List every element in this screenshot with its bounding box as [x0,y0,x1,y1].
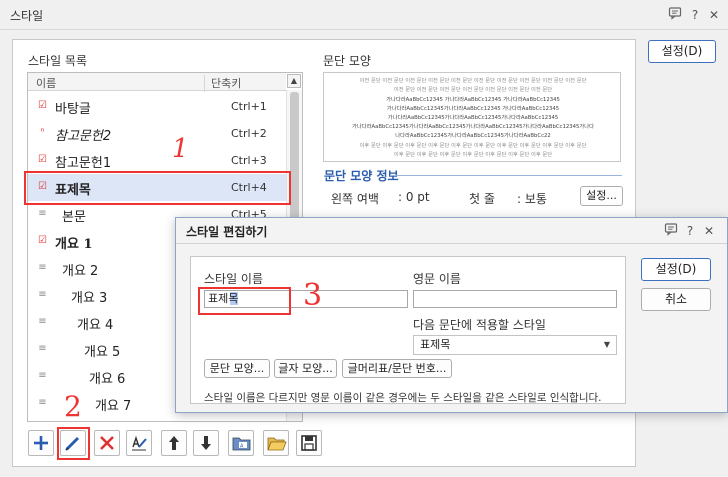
left-margin-value: : 0 pt [398,190,430,204]
para-style-icon: ≡ [38,208,47,219]
window-title: 스타일 [10,9,44,23]
preview-line: 이후 문단 이후 문단 이후 문단 이후 문단 이후 문단 이후 문단 이후 문… [359,143,587,149]
delete-style-button[interactable] [94,430,120,456]
style-name-note: 스타일 이름은 다르지만 영문 이름이 같은 경우에는 두 스타일을 같은 스타… [204,392,602,404]
para-style-icon: ☑ [38,154,47,165]
arrow-down-icon [201,436,211,450]
para-style-icon: ☑ [38,100,47,111]
style-item-shortcut: Ctrl+3 [231,154,267,167]
preview-line: 가나다라AaBbCc12345가나다라AaBbCc12345 가나다라AaBbC… [386,106,560,112]
save-style-button[interactable] [296,430,322,456]
move-up-button[interactable] [161,430,187,456]
preview-line: 이후 문단 이후 문단 이후 문단 이후 문단 이후 문단 이후 문단 이후 문… [393,152,553,158]
open-folder-button[interactable] [263,430,289,456]
para-style-icon: ≡ [38,343,47,354]
annotation-number-3: 3 [303,278,323,313]
style-item-name: 개요 7 [95,399,132,414]
left-margin-label: 왼쪽 여백 [331,192,379,206]
preview-line: 가나다라AaBbCc12345가나다라AaBbCc12345가나다라AaBbCc… [352,124,594,130]
style-edit-dialog: 스타일 편집하기 ? ✕ 스타일 이름 표제목 영문 이름 다음 문단에 적용할… [175,217,728,413]
annotation-number-1: 1 [172,134,189,164]
para-style-icon: ☑ [38,235,47,246]
next-style-label: 다음 문단에 적용할 스타일 [413,318,546,332]
style-item-shortcut: Ctrl+2 [231,127,267,140]
preview-line: 가나다라AaBbCc12345 가나다라AaBbCc12345 가나다라AaBb… [386,97,560,103]
style-item-name: 개요 2 [62,264,99,279]
english-name-label: 영문 이름 [413,272,461,286]
para-style-icon: ≡ [38,397,47,408]
annotation-highlight-name [198,287,291,315]
help-icon[interactable]: ? [686,6,704,24]
close-icon[interactable]: ✕ [705,6,723,24]
style-item-name: 바탕글 [55,102,91,117]
style-list-label: 스타일 목록 [28,54,88,68]
style-list-header: 이름 단축키 [28,73,286,92]
first-line-value: : 보통 [517,192,547,206]
style-item-batanggeul[interactable]: ☑ 바탕글 Ctrl+1 [28,93,286,120]
char-style-icon: ⁿ [40,127,45,138]
paragraph-preview: 이전 문단 이전 문단 이전 문단 이전 문단 이전 문단 이전 문단 이전 문… [323,72,621,162]
preview-line: 가나다라AaBbCc12345가나다라AaBbCc12345가나다라AaBbCc… [387,115,559,121]
svg-text:A: A [240,444,244,450]
dialog-title: 스타일 편집하기 [186,225,268,239]
close-icon[interactable]: ✕ [700,222,718,240]
save-disk-icon [301,435,317,451]
style-item-name: 본문 [62,210,86,225]
para-style-icon: ≡ [38,262,47,273]
style-item-reference1[interactable]: ☑ 참고문헌1 Ctrl+3 [28,147,286,174]
folder-import-icon: A [232,437,251,451]
annotation-highlight-edit [57,427,90,460]
style-item-shortcut: Ctrl+1 [231,100,267,113]
paragraph-info-title: 문단 모양 정보 [324,169,399,183]
folder-open-icon [267,437,287,451]
main-settings-button[interactable]: 설정(D) [648,40,716,63]
para-style-icon: ≡ [38,289,47,300]
style-item-name: 개요 6 [89,372,126,387]
chevron-down-icon: ▼ [603,340,610,349]
style-item-name: 참고문헌1 [55,156,112,171]
add-style-button[interactable] [28,430,54,456]
paragraph-shape-label: 문단 모양 [323,54,371,68]
column-header-name: 이름 [36,77,57,90]
paragraph-shape-button[interactable]: 문단 모양... [204,359,270,378]
char-shape-button[interactable]: 글자 모양... [274,359,337,378]
chat-icon[interactable] [662,222,680,240]
first-line-label: 첫 줄 [469,192,495,206]
style-replace-icon [132,435,147,451]
para-style-icon: ≡ [38,370,47,381]
english-name-input[interactable] [413,290,617,308]
section-divider [390,175,622,176]
dialog-titlebar: 스타일 편집하기 ? ✕ [176,218,727,244]
style-item-name: 참고문헌2 [55,129,112,144]
para-style-icon: ≡ [38,316,47,327]
replace-style-button[interactable] [126,430,152,456]
style-item-name: 개요 4 [77,318,114,333]
dialog-cancel-button[interactable]: 취소 [641,288,711,311]
preview-line: 나다라AaBbCc12345가나다라AaBbCc12345가나다라AaBbCc2… [395,133,551,139]
scroll-up-button[interactable]: ▲ [287,74,301,88]
bullet-numbering-button[interactable]: 글머리표/문단 번호... [342,359,452,378]
dialog-settings-button[interactable]: 설정(D) [641,258,711,281]
window-titlebar: 스타일 ? ✕ [0,0,728,30]
next-style-select[interactable]: 표제목 ▼ [413,335,617,355]
preview-line: 이전 문단 이전 문단 이전 문단 이전 문단 이전 문단 이전 문단 이전 문… [359,78,587,84]
column-header-shortcut: 단축키 [204,75,241,92]
next-style-value: 표제목 [420,338,451,351]
style-item-name: 개요 5 [84,345,121,360]
plus-icon [34,436,48,450]
annotation-number-2: 2 [64,390,82,423]
chat-icon[interactable] [666,6,684,24]
style-item-name: 개요 3 [71,291,108,306]
paragraph-settings-button[interactable]: 설정... [580,186,623,206]
preview-line: 이전 문단 이전 문단 이전 문단 이전 문단 이전 문단 이전 문단 이전 문… [393,87,553,93]
style-item-reference2[interactable]: ⁿ 참고문헌2 Ctrl+2 [28,120,286,147]
delete-x-icon [100,436,114,450]
arrow-up-icon [169,436,179,450]
move-down-button[interactable] [193,430,219,456]
import-style-button[interactable]: A [228,430,254,456]
annotation-highlight-selected [24,171,291,205]
style-name-label: 스타일 이름 [204,272,264,286]
style-item-name: 개요 1 [55,237,93,252]
help-icon[interactable]: ? [681,222,699,240]
